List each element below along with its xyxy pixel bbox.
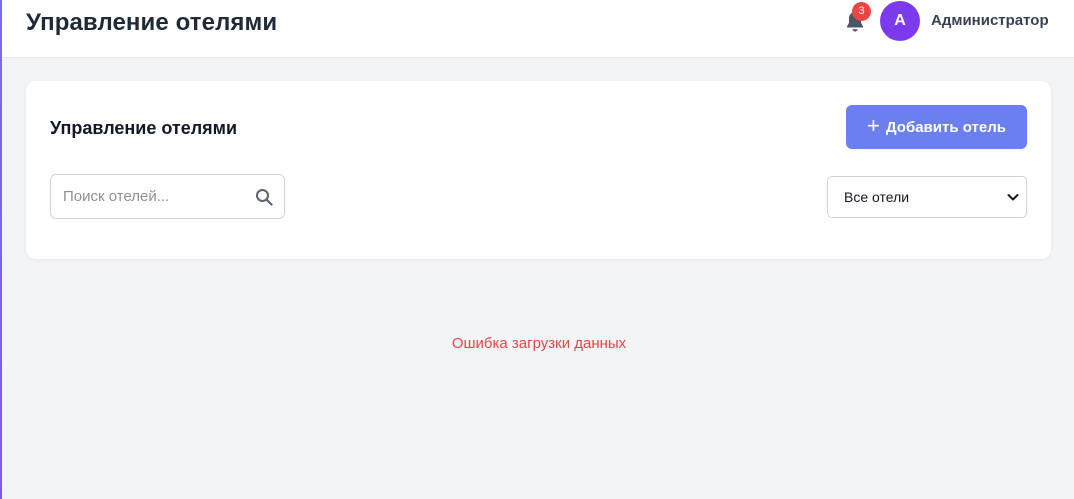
- notification-badge: 3: [852, 2, 871, 21]
- chevron-down-icon: [1006, 190, 1020, 204]
- add-hotel-button[interactable]: + Добавить отель: [846, 105, 1027, 149]
- search-box: [50, 174, 285, 219]
- plus-icon: +: [867, 113, 880, 138]
- error-message: Ошибка загрузки данных: [451, 335, 627, 352]
- page-title: Управление отелями: [26, 9, 278, 36]
- user-name[interactable]: Администратор: [931, 12, 1049, 29]
- hotels-card: Управление отелями + Добавить отель Все …: [26, 81, 1051, 259]
- hotel-filter-select[interactable]: Все отели: [827, 176, 1027, 218]
- search-input[interactable]: [63, 175, 248, 218]
- search-icon[interactable]: [255, 188, 273, 206]
- add-hotel-button-label: Добавить отель: [885, 118, 1006, 136]
- filter-selected-value: Все отели: [844, 189, 910, 205]
- avatar[interactable]: A: [880, 1, 920, 41]
- card-title: Управление отелями: [50, 118, 238, 138]
- sidebar-edge: [0, 0, 2, 499]
- top-bar: Управление отелями 3 A Администратор: [0, 0, 1074, 58]
